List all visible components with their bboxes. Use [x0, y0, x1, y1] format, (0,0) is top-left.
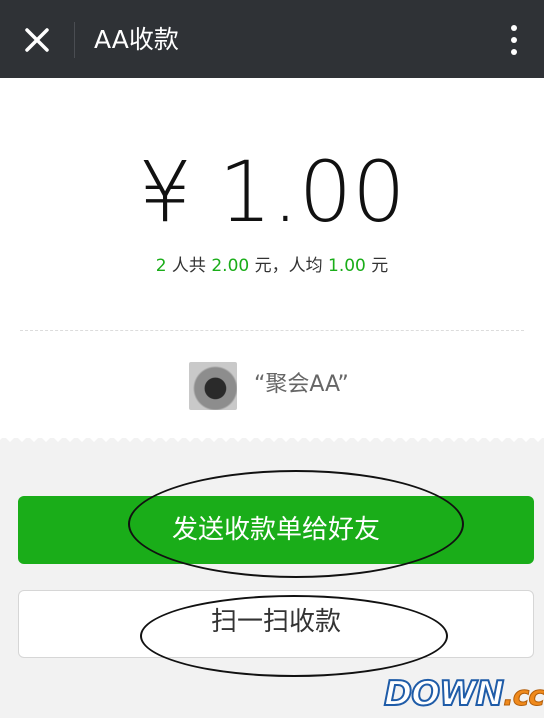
more-button[interactable] — [504, 22, 524, 58]
payer-info: “聚会AA” — [0, 360, 544, 410]
scan-to-collect-button[interactable]: 扫一扫收款 — [18, 590, 534, 658]
dashed-divider — [20, 330, 524, 331]
total-suffix: 元，人均 — [249, 256, 329, 276]
page-title: AA收款 — [94, 25, 179, 54]
more-vertical-icon — [511, 25, 517, 31]
title-divider — [74, 22, 75, 58]
receipt-edge — [0, 428, 544, 442]
watermark-down: DOWN — [383, 673, 505, 715]
top-bar: AA收款 — [0, 0, 544, 78]
split-summary: 2 人共 2.00 元，人均 1.00 元 — [0, 254, 544, 278]
average-amount: 1.00 — [328, 256, 366, 276]
total-amount: 2.00 — [211, 256, 250, 276]
people-suffix: 人共 — [166, 256, 212, 276]
watermark-cc: .cc — [503, 679, 544, 713]
payment-card: ¥ 1.00 2 人共 2.00 元，人均 1.00 元 “聚会AA” — [0, 78, 544, 438]
close-button[interactable] — [16, 18, 60, 62]
send-to-friend-button[interactable]: 发送收款单给好友 — [18, 496, 534, 564]
payment-note: “聚会AA” — [254, 372, 349, 397]
average-suffix: 元 — [365, 256, 389, 276]
watermark-logo: DOWN.cc — [383, 672, 544, 716]
avatar — [189, 362, 237, 410]
close-icon — [25, 28, 49, 52]
per-person-amount: ¥ 1.00 — [138, 143, 406, 241]
people-count: 2 — [155, 256, 167, 276]
